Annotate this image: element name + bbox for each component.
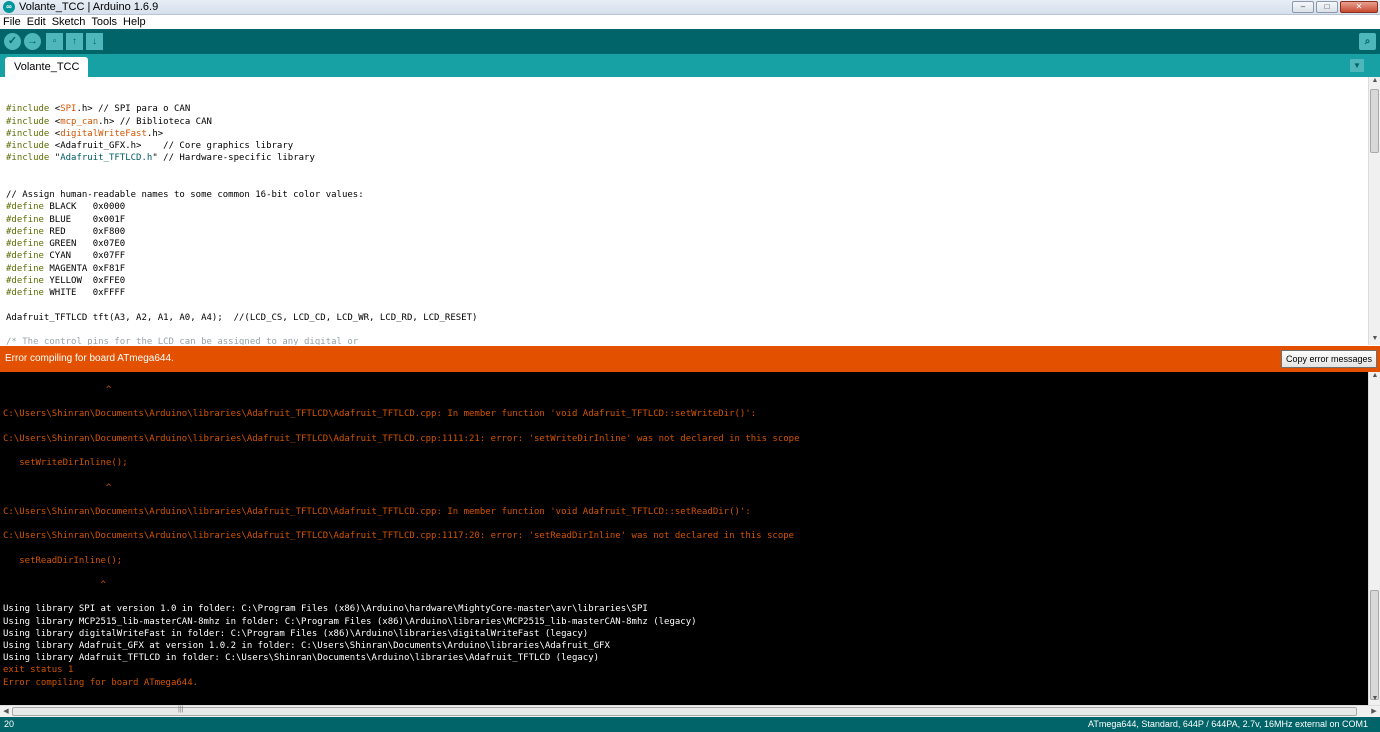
code-line: #define BLUE 0x001F bbox=[6, 214, 126, 225]
console-line: Using library MCP2515_lib-masterCAN-8mhz… bbox=[3, 616, 697, 627]
menu-help[interactable]: Help bbox=[123, 15, 146, 29]
tab-menu-chevron-down-icon[interactable]: ▼ bbox=[1350, 59, 1364, 72]
code-line: #define BLACK 0x0000 bbox=[6, 202, 126, 213]
console-line: setReadDirInline(); bbox=[3, 555, 123, 566]
scroll-down-arrow-icon[interactable]: ▼ bbox=[1369, 335, 1380, 345]
scroll-grip-icon: ||| bbox=[178, 706, 184, 713]
code-line: #include <Adafruit_GFX.h> // Core graphi… bbox=[6, 141, 294, 151]
console-scroll-thumb[interactable] bbox=[1370, 590, 1379, 700]
title-bar: ∞ Volante_TCC | Arduino 1.6.9 – □ ✕ bbox=[0, 0, 1380, 15]
code-line: #define RED 0xF800 bbox=[6, 226, 126, 237]
open-sketch-icon[interactable]: ↑ bbox=[66, 33, 83, 50]
code-line: #include <mcp_can.h> // Biblioteca CAN bbox=[6, 116, 212, 127]
code-line: #include <SPI.h> // SPI para o CAN bbox=[6, 104, 191, 115]
toolbar: ✓ → ▫ ↑ ↓ ⌕ bbox=[0, 29, 1380, 54]
console-line: C:\Users\Shinran\Documents\Arduino\libra… bbox=[3, 506, 751, 517]
code-line: #define WHITE 0xFFFF bbox=[6, 288, 126, 298]
maximize-button[interactable]: □ bbox=[1316, 1, 1338, 13]
window-controls: – □ ✕ bbox=[1292, 1, 1378, 13]
code-line: #define YELLOW 0xFFE0 bbox=[6, 275, 126, 286]
close-button[interactable]: ✕ bbox=[1340, 1, 1378, 13]
console-line: Using library SPI at version 1.0 in fold… bbox=[3, 604, 648, 615]
editor-scroll-thumb[interactable] bbox=[1370, 89, 1379, 153]
scroll-up-arrow-icon[interactable]: ▲ bbox=[1369, 77, 1380, 87]
code-line: // Assign human-readable names to some c… bbox=[6, 190, 364, 200]
console-hscroll-thumb[interactable]: ||| bbox=[12, 706, 1357, 716]
console-line: ^ bbox=[3, 482, 112, 493]
serial-monitor-icon[interactable]: ⌕ bbox=[1359, 33, 1376, 50]
menu-tools[interactable]: Tools bbox=[91, 15, 117, 29]
code-line: /* The control pins for the LCD can be a… bbox=[6, 337, 359, 345]
console-line: setWriteDirInline(); bbox=[3, 458, 128, 469]
menu-edit[interactable]: Edit bbox=[27, 15, 46, 29]
code-line: #include "Adafruit_TFTLCD.h" // Hardware… bbox=[6, 153, 315, 164]
console-line: Using library digitalWriteFast in folder… bbox=[3, 628, 589, 639]
code-line: Adafruit_TFTLCD tft(A3, A2, A1, A0, A4);… bbox=[6, 312, 478, 323]
console-vertical-scrollbar[interactable]: ▲ ▼ bbox=[1368, 372, 1380, 705]
board-info: ATmega644, Standard, 644P / 644PA, 2.7v,… bbox=[1088, 719, 1368, 729]
console-scroll-up-arrow-icon[interactable]: ▲ bbox=[1369, 372, 1380, 382]
menu-sketch[interactable]: Sketch bbox=[52, 15, 86, 29]
console-text: ^ C:\Users\Shinran\Documents\Arduino\libr… bbox=[3, 384, 800, 689]
console-line: Using library Adafruit_GFX at version 1.… bbox=[3, 640, 610, 651]
menu-bar: File Edit Sketch Tools Help bbox=[0, 15, 1380, 29]
status-bar: 20 ATmega644, Standard, 644P / 644PA, 2.… bbox=[0, 717, 1380, 732]
code-line: #define GREEN 0x07E0 bbox=[6, 239, 126, 249]
console-line: C:\Users\Shinran\Documents\Arduino\libra… bbox=[3, 531, 795, 542]
console-scroll-down-arrow-icon[interactable]: ▼ bbox=[1369, 695, 1380, 705]
minimize-button[interactable]: – bbox=[1292, 1, 1314, 13]
tab-bar: Volante_TCC ▼ bbox=[0, 54, 1380, 77]
menu-file[interactable]: File bbox=[3, 15, 21, 29]
console-line: ^ bbox=[3, 385, 112, 395]
tab-volante-tcc[interactable]: Volante_TCC bbox=[5, 57, 89, 77]
copy-error-messages-button[interactable]: Copy error messages bbox=[1281, 350, 1377, 368]
editor-vertical-scrollbar[interactable]: ▲ ▼ bbox=[1368, 77, 1380, 345]
upload-icon[interactable]: → bbox=[24, 33, 41, 50]
arduino-logo-icon: ∞ bbox=[3, 1, 15, 13]
new-sketch-icon[interactable]: ▫ bbox=[46, 33, 63, 50]
code-line: #include <digitalWriteFast.h> bbox=[6, 128, 164, 139]
scroll-left-arrow-icon[interactable]: ◀ bbox=[0, 706, 12, 717]
verify-icon[interactable]: ✓ bbox=[4, 33, 21, 50]
console-line: Error compiling for board ATmega644. bbox=[3, 677, 199, 688]
console-line: ^ bbox=[3, 580, 106, 590]
console-output[interactable]: ^ C:\Users\Shinran\Documents\Arduino\libr… bbox=[0, 372, 1368, 705]
console-horizontal-scrollbar[interactable]: ◀ ||| ▶ bbox=[0, 705, 1380, 717]
console-line: C:\Users\Shinran\Documents\Arduino\libra… bbox=[3, 433, 800, 444]
code-line: #define CYAN 0x07FF bbox=[6, 251, 126, 262]
error-message: Error compiling for board ATmega644. bbox=[5, 353, 174, 364]
window-title: Volante_TCC | Arduino 1.6.9 bbox=[19, 1, 159, 13]
console-line: exit status 1 bbox=[3, 665, 74, 676]
line-number: 20 bbox=[4, 719, 15, 729]
console-line: C:\Users\Shinran\Documents\Arduino\libra… bbox=[3, 409, 757, 420]
save-sketch-icon[interactable]: ↓ bbox=[86, 33, 103, 50]
code-text: #include <SPI.h> // SPI para o CAN #inclu… bbox=[6, 91, 477, 345]
code-editor[interactable]: #include <SPI.h> // SPI para o CAN #inclu… bbox=[0, 77, 1368, 345]
scroll-right-arrow-icon[interactable]: ▶ bbox=[1368, 706, 1380, 717]
error-status-bar: Error compiling for board ATmega644. Cop… bbox=[0, 346, 1380, 372]
code-line: #define MAGENTA 0xF81F bbox=[6, 263, 126, 274]
console-line: Using library Adafruit_TFTLCD in folder:… bbox=[3, 653, 600, 664]
